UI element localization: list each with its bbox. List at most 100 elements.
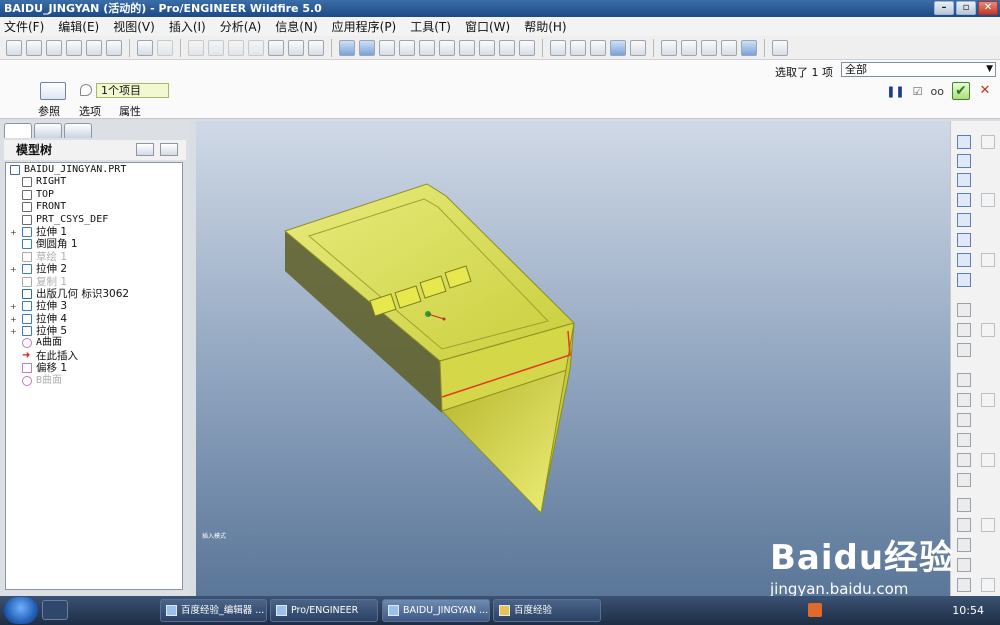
graphics-viewport[interactable]: 插入模式	[196, 121, 950, 596]
secondary-tool-icon[interactable]	[981, 518, 995, 532]
tree-item[interactable]: + 拉伸 4	[6, 313, 182, 325]
menu-insert[interactable]: 插入(I)	[169, 18, 206, 35]
select-box-icon[interactable]	[308, 39, 324, 56]
rib-tool-icon[interactable]	[957, 413, 971, 427]
expand-icon[interactable]: +	[10, 266, 17, 274]
datum-axes-toggle-icon[interactable]	[681, 39, 697, 56]
datum-curve-tool-icon[interactable]	[957, 173, 971, 187]
expand-icon[interactable]: +	[10, 328, 17, 336]
shading-icon[interactable]	[610, 39, 626, 56]
regenerate-icon[interactable]	[268, 39, 284, 56]
appearance-sphere-icon[interactable]	[379, 39, 395, 56]
tree-item[interactable]: BAIDU_JINGYAN.PRT	[6, 164, 182, 176]
reference-collector[interactable]: 1个项目	[96, 83, 169, 98]
secondary-tool-icon[interactable]	[981, 393, 995, 407]
enhanced-realism-icon[interactable]	[630, 39, 646, 56]
saved-views-icon[interactable]	[479, 39, 495, 56]
tree-item[interactable]: ➜ 在此插入	[6, 350, 182, 362]
surface-offset-type-icon[interactable]	[40, 82, 66, 100]
menu-window[interactable]: 窗口(W)	[465, 18, 510, 35]
hidden-line-icon[interactable]	[570, 39, 586, 56]
filter-dropdown[interactable]: 全部 ▼	[841, 62, 996, 77]
tree-item[interactable]: 草绘 1	[6, 251, 182, 263]
zoom-out-icon[interactable]	[419, 39, 435, 56]
secondary-tool-icon[interactable]	[981, 253, 995, 267]
chamfer-tool-icon[interactable]	[957, 473, 971, 487]
task-baidu-jingyan[interactable]: BAIDU_JINGYAN ...	[382, 599, 490, 622]
save-icon[interactable]	[46, 39, 62, 56]
expand-icon[interactable]: +	[10, 228, 17, 236]
task-proe[interactable]: Pro/ENGINEER	[270, 599, 378, 622]
cancel-button[interactable]: ✕	[978, 84, 992, 98]
expand-icon[interactable]: +	[10, 303, 17, 311]
sweep-tool-icon[interactable]	[957, 323, 971, 337]
menu-analysis[interactable]: 分析(A)	[220, 18, 262, 35]
close-button[interactable]: ✕	[978, 1, 998, 15]
tree-settings-icon[interactable]	[136, 143, 154, 156]
tree-item[interactable]: 出版几何 标识3062	[6, 288, 182, 300]
offset-tool-icon[interactable]	[957, 578, 971, 592]
cut-icon[interactable]	[188, 39, 204, 56]
tree-item[interactable]: 倒圆角 1	[6, 238, 182, 250]
pattern-tool-icon[interactable]	[957, 498, 971, 512]
annotations-toggle-icon[interactable]	[741, 39, 757, 56]
expand-icon[interactable]: +	[10, 315, 17, 323]
input-method-icon[interactable]	[808, 603, 822, 617]
menu-help[interactable]: 帮助(H)	[524, 18, 566, 35]
tree-show-icon[interactable]	[160, 143, 178, 156]
find-icon[interactable]	[288, 39, 304, 56]
extrude-tool-icon[interactable]	[957, 273, 971, 287]
print-icon[interactable]	[66, 39, 82, 56]
print-preview-icon[interactable]	[86, 39, 102, 56]
copy-icon[interactable]	[208, 39, 224, 56]
layers-icon[interactable]	[499, 39, 515, 56]
menu-edit[interactable]: 编辑(E)	[58, 18, 99, 35]
maximize-button[interactable]: ▫	[956, 1, 976, 15]
secondary-tool-icon[interactable]	[981, 578, 995, 592]
tree-item[interactable]: PRT_CSYS_DEF	[6, 214, 182, 226]
model-tree-tab-icon[interactable]	[4, 123, 32, 138]
tab-properties[interactable]: 属性	[119, 103, 141, 119]
refit-icon[interactable]	[439, 39, 455, 56]
mirror-tool-icon[interactable]	[957, 518, 971, 532]
context-help-icon[interactable]	[772, 39, 788, 56]
repaint-icon[interactable]	[339, 39, 355, 56]
folder-browser-tab-icon[interactable]	[34, 123, 62, 138]
tree-item[interactable]: + 拉伸 1	[6, 226, 182, 238]
tree-item[interactable]: + 拉伸 3	[6, 300, 182, 312]
redo-icon[interactable]	[157, 39, 173, 56]
secondary-tool-icon[interactable]	[981, 135, 995, 149]
sketch-tool-icon[interactable]	[957, 253, 971, 267]
blend-tool-icon[interactable]	[957, 343, 971, 357]
csys-toggle-icon[interactable]	[721, 39, 737, 56]
trim-tool-icon[interactable]	[957, 538, 971, 552]
menu-file[interactable]: 文件(F)	[4, 18, 44, 35]
clock[interactable]: 10:54	[952, 604, 984, 617]
datum-point-tool-icon[interactable]	[957, 193, 971, 207]
draft-tool-icon[interactable]	[957, 433, 971, 447]
open-file-icon[interactable]	[26, 39, 42, 56]
tree-item[interactable]: FRONT	[6, 201, 182, 213]
hole-tool-icon[interactable]	[957, 373, 971, 387]
analysis-feature-icon[interactable]	[957, 233, 971, 247]
verify-icon[interactable]: ☑	[913, 85, 923, 98]
preview-glasses-icon[interactable]: oo	[931, 85, 944, 98]
tree-item[interactable]: TOP	[6, 189, 182, 201]
new-file-icon[interactable]	[6, 39, 22, 56]
confirm-button[interactable]: ✔	[952, 82, 970, 100]
favorites-tab-icon[interactable]	[64, 123, 92, 138]
extend-tool-icon[interactable]	[957, 558, 971, 572]
wireframe-icon[interactable]	[550, 39, 566, 56]
paste-special-icon[interactable]	[248, 39, 264, 56]
email-icon[interactable]	[106, 39, 122, 56]
undo-icon[interactable]	[137, 39, 153, 56]
shell-tool-icon[interactable]	[957, 393, 971, 407]
tree-item[interactable]: + 拉伸 5	[6, 325, 182, 337]
paste-icon[interactable]	[228, 39, 244, 56]
minimize-button[interactable]: –	[934, 1, 954, 15]
pause-icon[interactable]: ❚❚	[886, 85, 904, 98]
secondary-tool-icon[interactable]	[981, 323, 995, 337]
show-desktop-icon[interactable]	[42, 600, 68, 620]
tree-item[interactable]: 偏移 1	[6, 362, 182, 374]
datum-axis-tool-icon[interactable]	[957, 154, 971, 168]
